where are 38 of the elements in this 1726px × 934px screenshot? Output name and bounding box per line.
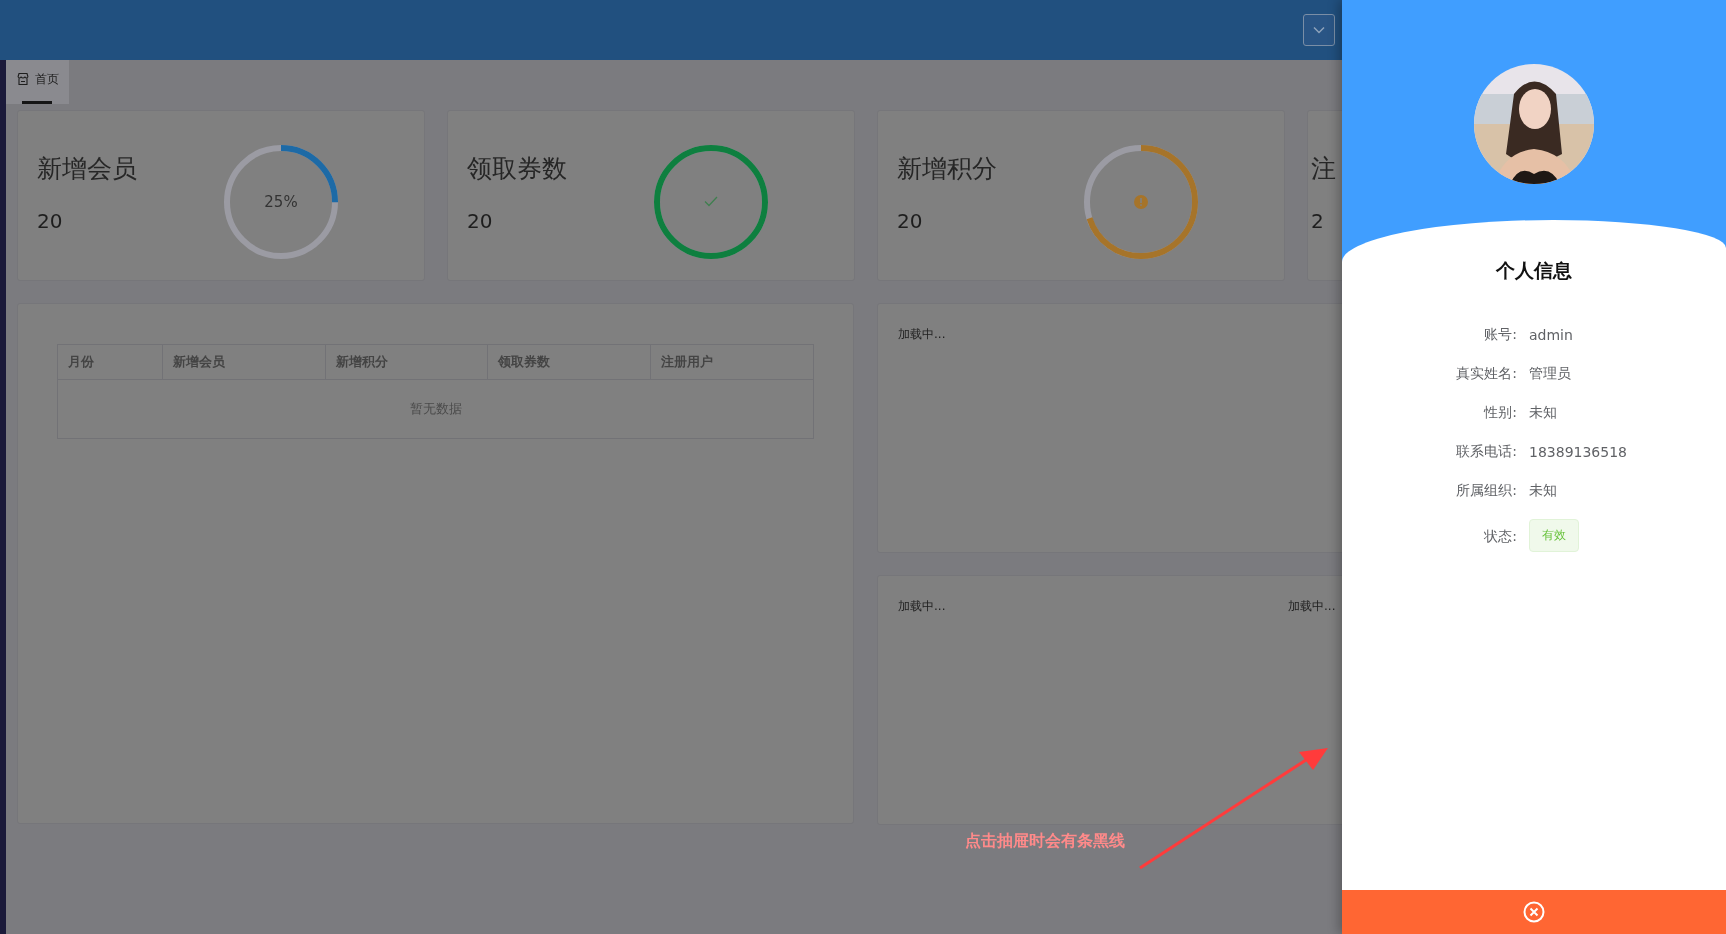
field-label: 真实姓名: [1456, 365, 1517, 383]
stat-title: 新增会员 [37, 153, 138, 185]
column-header: 新增积分 [325, 344, 488, 380]
progress-percent: 25% [264, 192, 298, 211]
drawer-title: 个人信息 [1496, 258, 1572, 283]
stat-value: 2 [1311, 209, 1325, 233]
status-tag: 有效 [1529, 519, 1579, 552]
loading-text: 加载中... [1288, 598, 1336, 615]
stat-title: 注 [1311, 153, 1337, 185]
loading-text: 加载中... [898, 598, 946, 615]
field-label: 账号: [1484, 326, 1517, 344]
field-label: 状态: [1484, 527, 1517, 546]
field-label: 联系电话: [1456, 443, 1517, 461]
stat-title: 领取券数 [467, 153, 568, 185]
stat-value: 20 [467, 209, 494, 233]
field-label: 性别: [1484, 404, 1517, 422]
column-header: 月份 [57, 344, 163, 380]
field-value: 未知 [1529, 482, 1557, 500]
field-value: admin [1529, 327, 1573, 343]
field-value: 未知 [1529, 404, 1557, 422]
column-header: 新增会员 [162, 344, 326, 380]
field-value: 管理员 [1529, 365, 1571, 383]
close-icon[interactable] [1523, 901, 1545, 923]
field-value: 18389136518 [1529, 444, 1627, 460]
stat-title: 新增积分 [897, 153, 998, 185]
stat-value: 20 [897, 209, 924, 233]
annotation-text: 点击抽屉时会有条黑线 [965, 831, 1125, 852]
chevron-down-icon [1313, 26, 1325, 34]
store-icon [16, 72, 30, 86]
home-tab[interactable]: 首页 [6, 60, 69, 104]
warning-icon [1134, 194, 1148, 209]
stat-value: 20 [37, 209, 64, 233]
column-header: 领取券数 [487, 344, 651, 380]
check-icon [704, 196, 718, 207]
field-label: 所属组织: [1456, 482, 1517, 500]
loading-text: 加载中... [898, 326, 946, 343]
dropdown-button[interactable] [1303, 14, 1335, 46]
column-header: 注册用户 [650, 344, 814, 380]
